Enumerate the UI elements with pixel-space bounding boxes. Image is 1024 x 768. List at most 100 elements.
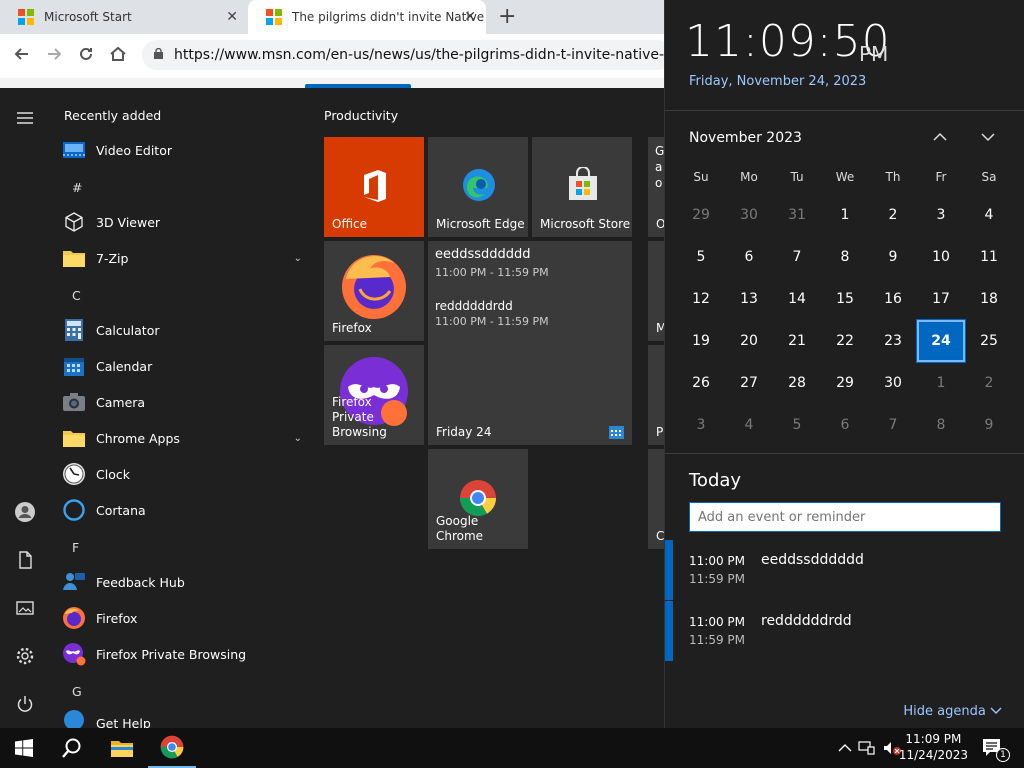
app-3d-viewer[interactable]: 3D Viewer (62, 204, 312, 240)
tile-microsoft-store[interactable]: Microsoft Store (532, 137, 632, 237)
tile-partial[interactable]: P (648, 345, 664, 445)
tile-partial[interactable]: C (648, 449, 664, 549)
calendar-day[interactable]: 3 (917, 194, 965, 236)
calendar-day[interactable]: 31 (773, 194, 821, 236)
calendar-day[interactable]: 6 (725, 236, 773, 278)
chevron-down-icon[interactable]: ⌄ (294, 253, 302, 264)
calendar-day[interactable]: 25 (965, 320, 1013, 362)
back-icon[interactable] (12, 44, 32, 64)
start-button[interactable] (0, 728, 48, 768)
app-camera[interactable]: Camera (62, 384, 312, 420)
app-chrome-apps-folder[interactable]: Chrome Apps ⌄ (62, 420, 312, 456)
app-calculator[interactable]: Calculator (62, 312, 312, 348)
user-avatar-icon[interactable] (14, 501, 36, 523)
calendar-day[interactable]: 16 (869, 278, 917, 320)
calendar-day[interactable]: 14 (773, 278, 821, 320)
action-center-button[interactable]: 1 (970, 728, 1016, 768)
chevron-up-icon[interactable] (931, 128, 949, 146)
calendar-day[interactable]: 2 (965, 362, 1013, 404)
calendar-day[interactable]: 5 (677, 236, 725, 278)
calendar-day[interactable]: 29 (821, 362, 869, 404)
calendar-day[interactable]: 21 (773, 320, 821, 362)
forward-icon[interactable] (44, 44, 64, 64)
calendar-day[interactable]: 30 (869, 362, 917, 404)
taskbar-file-explorer[interactable] (98, 728, 146, 768)
tab-microsoft-start[interactable]: Microsoft Start ✕ (0, 0, 248, 34)
search-button[interactable] (48, 728, 96, 768)
calendar-day[interactable]: 4 (725, 404, 773, 446)
calendar-day[interactable]: 6 (821, 404, 869, 446)
calendar-day[interactable]: 15 (821, 278, 869, 320)
full-date-link[interactable]: Friday, November 24, 2023 (689, 74, 866, 89)
calendar-day[interactable]: 28 (773, 362, 821, 404)
calendar-day[interactable]: 11 (965, 236, 1013, 278)
app-get-help[interactable]: Get Help (62, 708, 312, 728)
calendar-day[interactable]: 26 (677, 362, 725, 404)
section-letter-g[interactable]: G (72, 684, 82, 699)
tile-partial[interactable]: M (648, 241, 664, 341)
app-firefox[interactable]: Firefox (62, 600, 312, 636)
hamburger-menu-icon[interactable] (14, 107, 36, 129)
tile-partial[interactable]: G a o O (648, 137, 664, 237)
calendar-day[interactable]: 8 (917, 404, 965, 446)
tile-microsoft-edge[interactable]: Microsoft Edge (428, 137, 528, 237)
close-tab-icon[interactable]: ✕ (226, 9, 238, 25)
reload-icon[interactable] (76, 44, 96, 64)
app-calendar[interactable]: Calendar (62, 348, 312, 384)
calendar-day-selected[interactable]: 24 (916, 319, 966, 363)
tab-pilgrims-article[interactable]: The pilgrims didn't invite Native ✕ (248, 0, 486, 34)
add-event-input[interactable] (689, 502, 1001, 532)
tile-google-chrome[interactable]: Google Chrome (428, 449, 528, 549)
pictures-icon[interactable] (14, 597, 36, 619)
power-icon[interactable] (14, 693, 36, 715)
calendar-day[interactable]: 4 (965, 194, 1013, 236)
chevron-up-icon[interactable] (838, 743, 852, 753)
calendar-day[interactable]: 1 (917, 362, 965, 404)
calendar-day[interactable]: 9 (869, 236, 917, 278)
documents-icon[interactable] (14, 549, 36, 571)
address-bar[interactable]: https://www.msn.com/en-us/news/us/the-pi… (142, 40, 672, 70)
app-feedback-hub[interactable]: Feedback Hub (62, 564, 312, 600)
calendar-day[interactable]: 20 (725, 320, 773, 362)
section-letter-hash[interactable]: # (72, 180, 82, 195)
taskbar-google-chrome[interactable] (148, 728, 196, 768)
close-tab-icon[interactable]: ✕ (464, 9, 476, 25)
agenda-event[interactable]: 11:00 PM 11:59 PM reddddddrdd (665, 601, 1024, 661)
calendar-day[interactable]: 1 (821, 194, 869, 236)
calendar-day[interactable]: 3 (677, 404, 725, 446)
calendar-day[interactable]: 29 (677, 194, 725, 236)
section-letter-f[interactable]: F (72, 540, 79, 555)
section-letter-c[interactable]: C (72, 288, 81, 303)
agenda-event[interactable]: 11:00 PM 11:59 PM eeddssdddddd (665, 540, 1024, 600)
tile-firefox-private[interactable]: Firefox Private Browsing (324, 345, 424, 445)
calendar-day[interactable]: 18 (965, 278, 1013, 320)
calendar-day[interactable]: 13 (725, 278, 773, 320)
chevron-down-icon[interactable] (979, 128, 997, 146)
settings-gear-icon[interactable] (14, 645, 36, 667)
calendar-day[interactable]: 8 (821, 236, 869, 278)
app-clock[interactable]: Clock (62, 456, 312, 492)
calendar-day[interactable]: 7 (773, 236, 821, 278)
calendar-day[interactable]: 22 (821, 320, 869, 362)
calendar-day[interactable]: 30 (725, 194, 773, 236)
app-firefox-private[interactable]: Firefox Private Browsing (62, 636, 312, 672)
calendar-day[interactable]: 5 (773, 404, 821, 446)
chevron-down-icon[interactable]: ⌄ (294, 433, 302, 444)
calendar-day[interactable]: 9 (965, 404, 1013, 446)
calendar-day[interactable]: 10 (917, 236, 965, 278)
hide-agenda-button[interactable]: Hide agenda (903, 704, 1002, 719)
calendar-day[interactable]: 23 (869, 320, 917, 362)
tile-firefox[interactable]: Firefox (324, 241, 424, 341)
calendar-day[interactable]: 19 (677, 320, 725, 362)
calendar-day[interactable]: 27 (725, 362, 773, 404)
app-cortana[interactable]: Cortana (62, 492, 312, 528)
app-7zip-folder[interactable]: 7-Zip ⌄ (62, 240, 312, 276)
calendar-day[interactable]: 17 (917, 278, 965, 320)
calendar-day[interactable]: 2 (869, 194, 917, 236)
home-icon[interactable] (108, 44, 128, 64)
calendar-day[interactable]: 12 (677, 278, 725, 320)
network-icon[interactable] (858, 740, 876, 756)
tile-calendar-live[interactable]: eeddssdddddd 11:00 PM - 11:59 PM reddddd… (428, 241, 632, 445)
calendar-day[interactable]: 7 (869, 404, 917, 446)
app-video-editor[interactable]: Video Editor (62, 132, 312, 168)
